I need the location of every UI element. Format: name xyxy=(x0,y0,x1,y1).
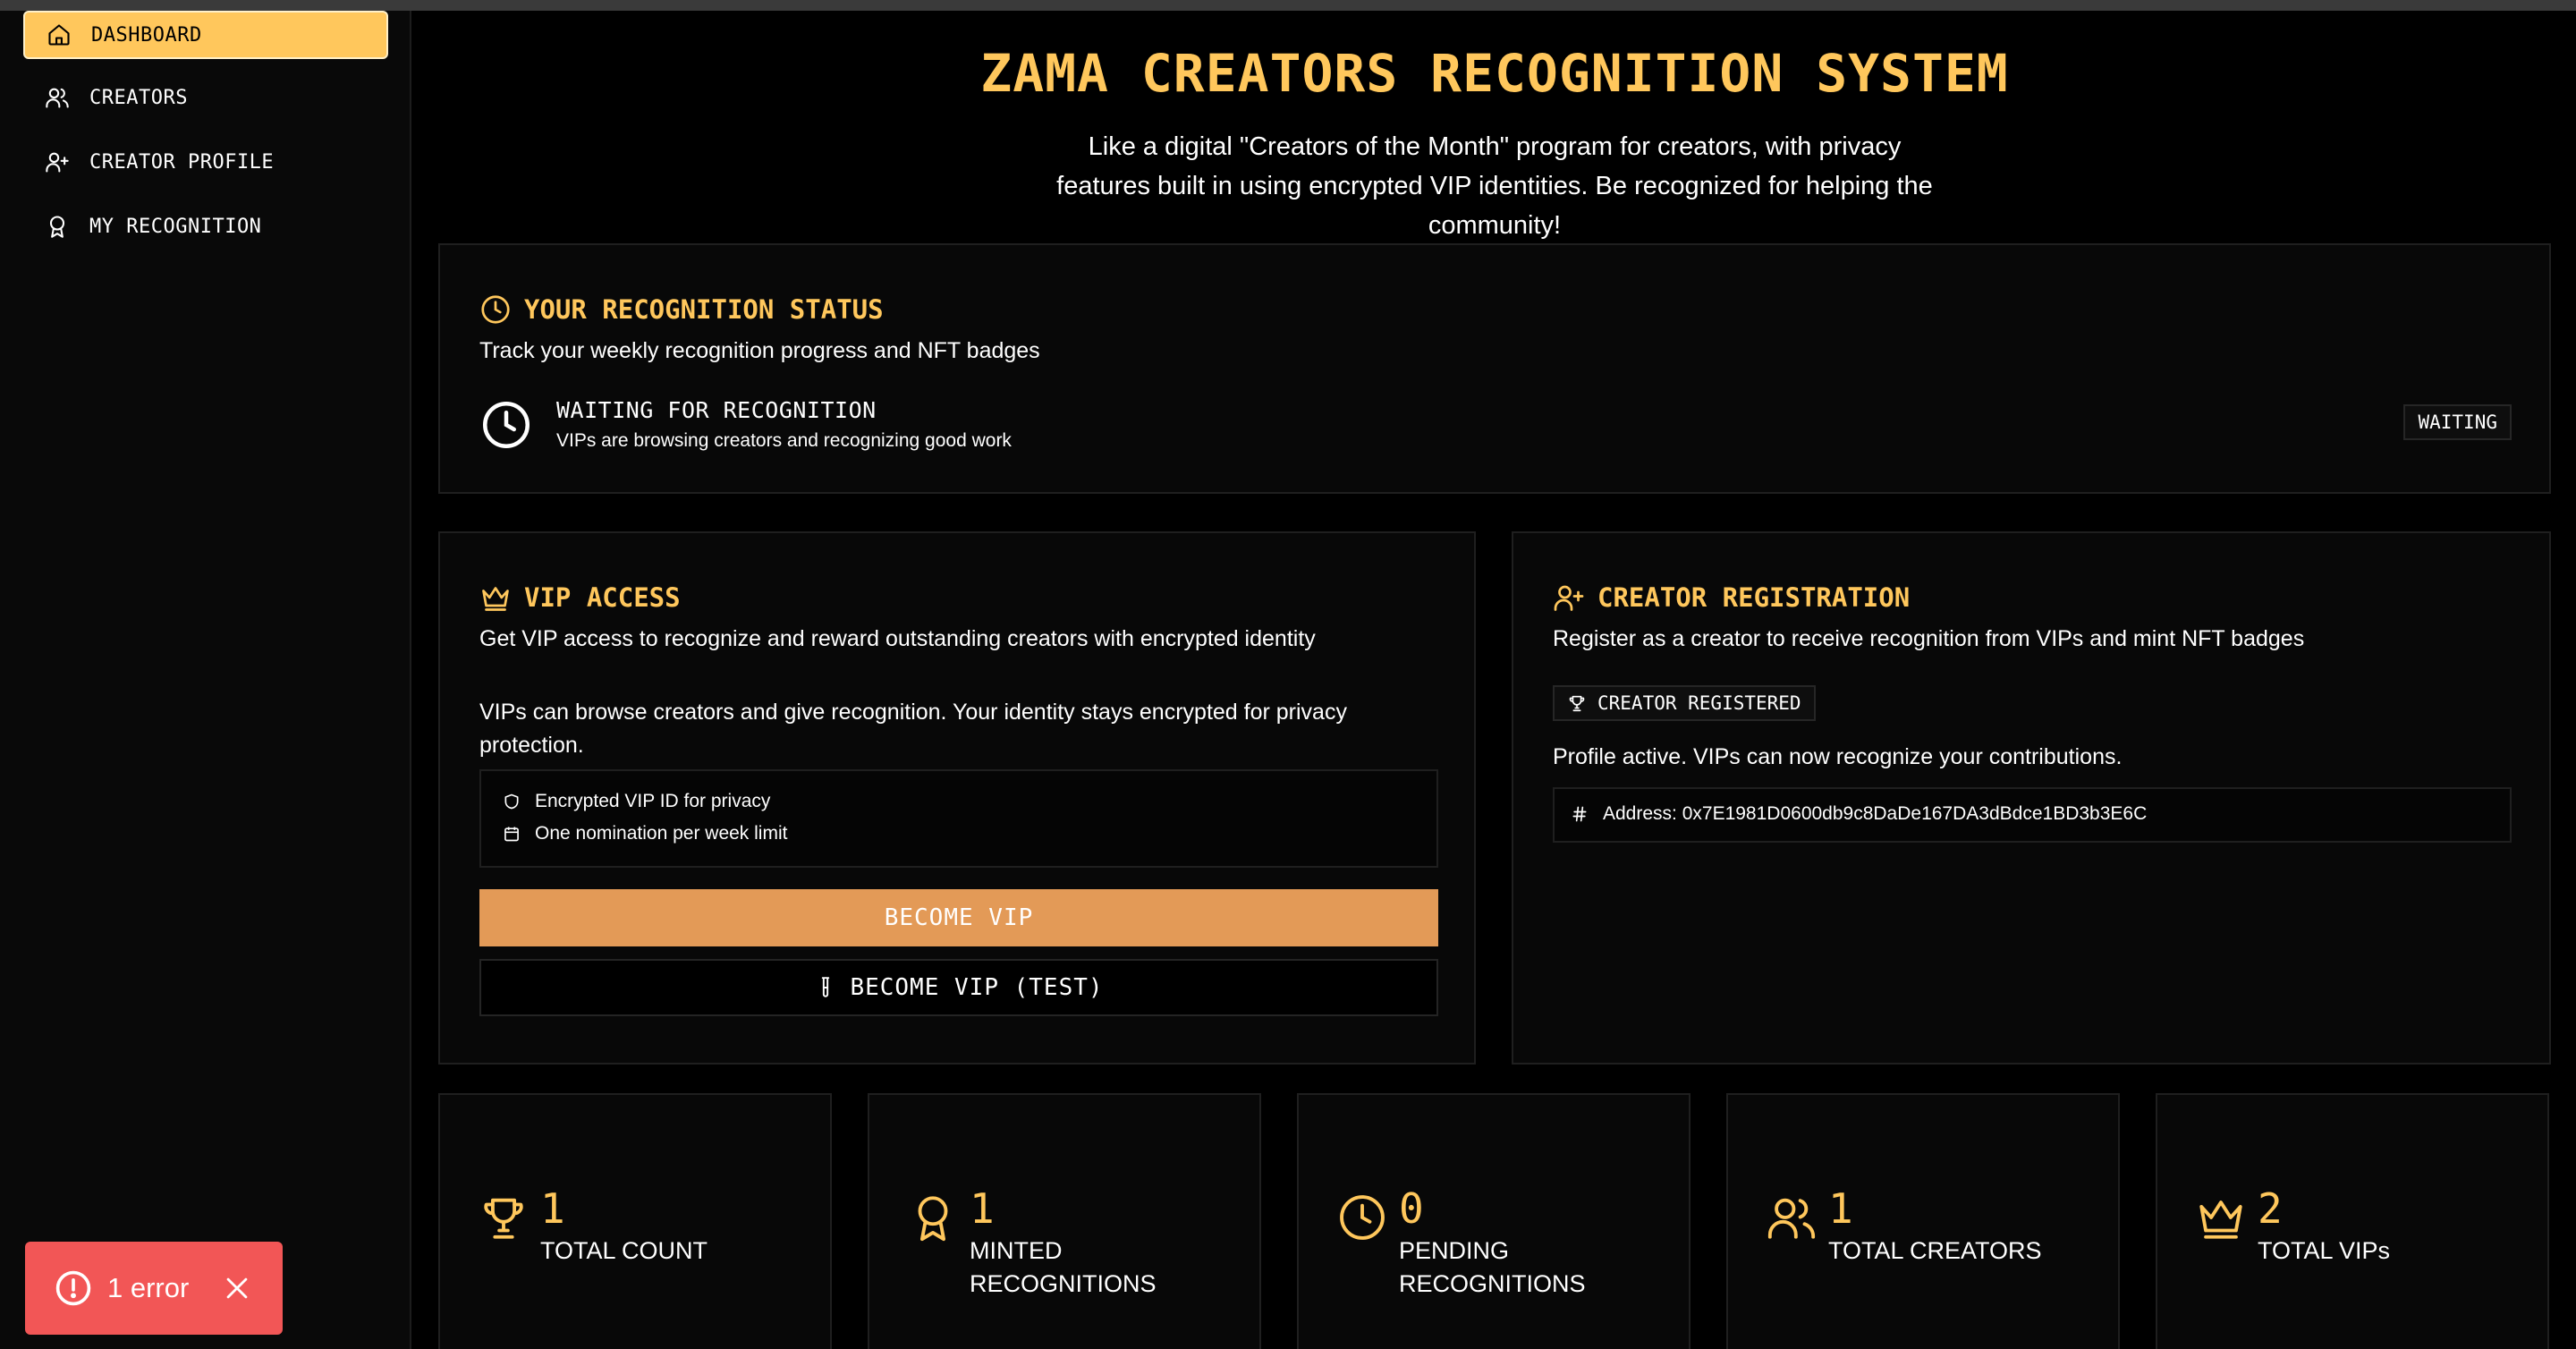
sidebar: DASHBOARD CREATORS CREATOR PROFILE MY RE… xyxy=(0,11,411,1349)
stat-card-total-vips: 2 TOTAL VIPs xyxy=(2156,1093,2549,1349)
vip-access-card: VIP ACCESS Get VIP access to recognize a… xyxy=(438,531,1476,1065)
sidebar-item-label: MY RECOGNITION xyxy=(89,215,262,238)
status-row: WAITING FOR RECOGNITION VIPs are browsin… xyxy=(479,397,1012,452)
user-plus-icon xyxy=(1554,585,1584,611)
recognition-status-title: YOUR RECOGNITION STATUS xyxy=(479,293,884,326)
vip-features-box: Encrypted VIP ID for privacy One nominat… xyxy=(479,769,1438,868)
address-line: Address: 0x7E1981D0600db9c8DaDe167DA3dBd… xyxy=(1571,803,2510,825)
page-subtitle: Like a digital "Creators of the Month" p… xyxy=(1056,132,1933,240)
status-subtitle: VIPs are browsing creators and recognizi… xyxy=(556,430,1012,451)
creator-registration-title: CREATOR REGISTRATION xyxy=(1553,581,1910,614)
wallet-address: Address: 0x7E1981D0600db9c8DaDe167DA3dBd… xyxy=(1603,803,2148,824)
stat-value: 1 xyxy=(540,1184,565,1233)
feature-item: Encrypted VIP ID for privacy xyxy=(503,791,1436,812)
stat-card-pending-recognitions: 0 PENDING RECOGNITIONS xyxy=(1297,1093,1690,1349)
feature-item: One nomination per week limit xyxy=(503,823,1436,844)
trophy-icon xyxy=(484,1198,523,1239)
address-box: Address: 0x7E1981D0600db9c8DaDe167DA3dBd… xyxy=(1553,787,2512,843)
badge-label: WAITING xyxy=(2418,411,2497,433)
close-icon[interactable] xyxy=(222,1273,252,1303)
crown-icon xyxy=(482,587,509,611)
award-icon xyxy=(49,216,65,238)
creator-registration-body: Profile active. VIPs can now recognize y… xyxy=(1553,744,2123,769)
stat-label: MINTED RECOGNITIONS xyxy=(970,1237,1157,1297)
vip-access-description: Get VIP access to recognize and reward o… xyxy=(479,626,1316,651)
clock-icon xyxy=(481,295,510,324)
card-title-text: CREATOR REGISTRATION xyxy=(1597,582,1911,613)
sidebar-item-label: CREATOR PROFILE xyxy=(89,150,275,174)
crown-icon xyxy=(2199,1201,2242,1239)
home-icon xyxy=(48,24,70,46)
clock-icon xyxy=(483,401,530,448)
stat-value: 0 xyxy=(1399,1184,1424,1233)
card-title-text: VIP ACCESS xyxy=(524,582,681,613)
button-label: BECOME VIP (TEST) xyxy=(850,974,1104,1001)
stat-card-total-creators: 1 TOTAL CREATORS xyxy=(1726,1093,2120,1349)
vip-access-title: VIP ACCESS xyxy=(479,581,681,614)
stat-value: 2 xyxy=(2258,1184,2283,1233)
calendar-icon xyxy=(504,827,519,842)
become-vip-button[interactable]: BECOME VIP xyxy=(479,889,1438,946)
sidebar-item-creator-profile[interactable]: CREATOR PROFILE xyxy=(23,138,388,186)
stat-card-total-count: 1 TOTAL COUNT xyxy=(438,1093,832,1349)
feature-label: Encrypted VIP ID for privacy xyxy=(535,791,771,811)
status-title: WAITING FOR RECOGNITION xyxy=(556,397,877,423)
vip-access-body: VIPs can browse creators and give recogn… xyxy=(479,700,1347,758)
stat-card-minted-recognitions: 1 MINTED RECOGNITIONS xyxy=(868,1093,1261,1349)
trophy-icon xyxy=(1569,695,1585,712)
sidebar-item-label: DASHBOARD xyxy=(91,23,202,47)
hash-icon xyxy=(1572,806,1587,822)
alert-circle-icon xyxy=(55,1270,91,1306)
status-badge: WAITING xyxy=(2403,404,2512,440)
clock-icon xyxy=(1340,1195,1385,1240)
stat-label: TOTAL COUNT xyxy=(540,1237,708,1264)
award-icon xyxy=(918,1196,948,1242)
stat-label: PENDING RECOGNITIONS xyxy=(1399,1237,1586,1297)
sidebar-item-creators[interactable]: CREATORS xyxy=(23,73,388,122)
sidebar-item-my-recognition[interactable]: MY RECOGNITION xyxy=(23,202,388,250)
recognition-status-card: YOUR RECOGNITION STATUS Track your weekl… xyxy=(438,243,2551,494)
creator-registration-card: CREATOR REGISTRATION Register as a creat… xyxy=(1512,531,2551,1065)
error-toast[interactable]: 1 error xyxy=(25,1242,283,1335)
window-top-bar xyxy=(0,0,2576,11)
feature-label: One nomination per week limit xyxy=(535,823,788,844)
user-plus-icon xyxy=(46,152,69,173)
shield-icon xyxy=(504,793,519,810)
card-title-text: YOUR RECOGNITION STATUS xyxy=(524,294,884,325)
users-icon xyxy=(1767,1198,1816,1239)
badge-label: CREATOR REGISTERED xyxy=(1597,692,1801,714)
stat-label: TOTAL VIPs xyxy=(2258,1237,2391,1264)
stat-label: TOTAL CREATORS xyxy=(1828,1237,2042,1264)
recognition-status-description: Track your weekly recognition progress a… xyxy=(479,338,1040,363)
stat-value: 1 xyxy=(970,1184,995,1233)
sidebar-item-label: CREATORS xyxy=(89,86,188,109)
error-toast-label: 1 error xyxy=(107,1272,190,1303)
page-title: ZAMA CREATORS RECOGNITION SYSTEM xyxy=(980,43,2009,104)
become-vip-test-button[interactable]: BECOME VIP (TEST) xyxy=(479,959,1438,1016)
sidebar-item-dashboard[interactable]: DASHBOARD xyxy=(23,11,388,59)
stat-value: 1 xyxy=(1828,1184,1853,1233)
creator-registration-description: Register as a creator to receive recogni… xyxy=(1553,626,2305,651)
users-icon xyxy=(46,88,69,108)
creator-registered-badge: CREATOR REGISTERED xyxy=(1553,685,1816,721)
test-tube-icon xyxy=(822,977,830,997)
